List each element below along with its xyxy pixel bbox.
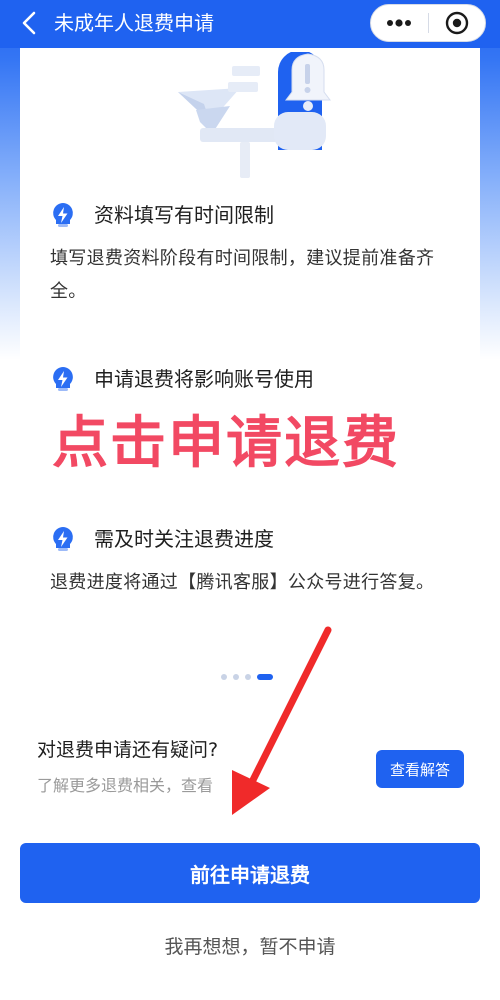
more-dots-icon bbox=[387, 19, 412, 27]
tip-item-account-impact: 申请退费将影响账号使用 bbox=[50, 364, 460, 406]
faq-subtitle: 了解更多退费相关，查看 bbox=[37, 776, 214, 795]
annotation-text: 点击申请退费 bbox=[52, 411, 400, 476]
faq-question: 对退费申请还有疑问? bbox=[37, 739, 219, 761]
notice-card: 资料填写有时间限制 填写退费资料阶段有时间限制，建议提前准备齐全。 申请退费将影… bbox=[20, 48, 480, 708]
lightning-bulb-icon bbox=[53, 203, 73, 227]
lightning-bulb-icon bbox=[53, 527, 73, 551]
tip-description: 退费进度将通过【腾讯客服】公众号进行答复。 bbox=[50, 572, 435, 593]
lightning-bulb-icon bbox=[53, 367, 73, 391]
tip-description: 填写退费资料阶段有时间限制，建议提前准备齐全。 bbox=[50, 248, 435, 302]
chevron-left-icon bbox=[22, 11, 36, 35]
tip-title: 申请退费将影响账号使用 bbox=[94, 367, 314, 391]
top-navigation-bar: 未成年人退费申请 bbox=[0, 0, 500, 48]
mailbox-bell-illustration bbox=[178, 52, 331, 178]
page-title: 未成年人退费申请 bbox=[54, 11, 214, 35]
tip-title: 需及时关注退费进度 bbox=[94, 527, 274, 551]
tip-title: 资料填写有时间限制 bbox=[94, 203, 274, 227]
view-answers-button[interactable]: 查看解答 bbox=[376, 750, 464, 788]
red-arrow-icon bbox=[232, 626, 332, 815]
more-button[interactable] bbox=[371, 5, 428, 41]
cancel-apply-link[interactable]: 我再想想，暂不申请 bbox=[0, 933, 500, 961]
miniapp-capsule bbox=[370, 4, 486, 42]
apply-refund-button[interactable]: 前往申请退费 bbox=[20, 843, 480, 903]
tip-item-time-limit: 资料填写有时间限制 填写退费资料阶段有时间限制，建议提前准备齐全。 bbox=[50, 200, 460, 308]
target-circle-icon bbox=[445, 11, 468, 35]
close-miniapp-button[interactable] bbox=[429, 5, 486, 41]
tip-item-progress: 需及时关注退费进度 退费进度将通过【腾讯客服】公众号进行答复。 bbox=[50, 524, 460, 599]
back-button[interactable] bbox=[12, 6, 46, 40]
